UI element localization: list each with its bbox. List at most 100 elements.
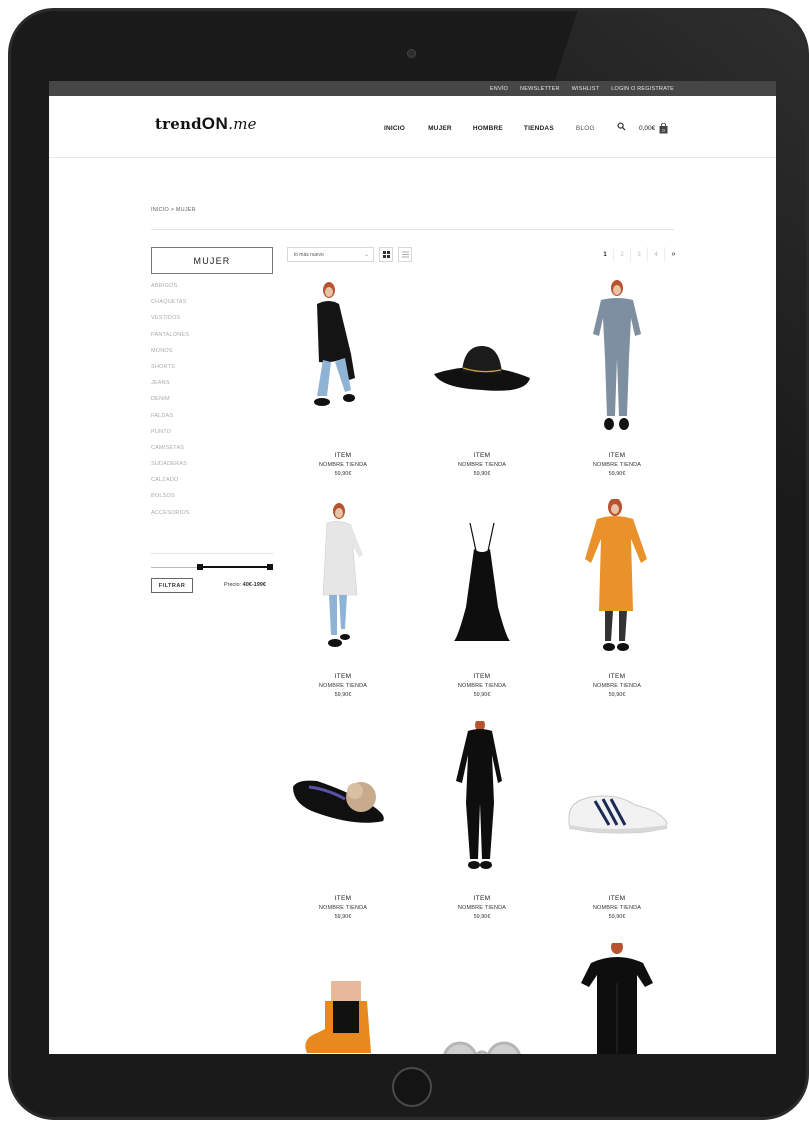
grid-view-button[interactable] (379, 247, 393, 262)
page-1[interactable]: 1 (597, 247, 614, 262)
round-sunglasses-image (443, 1041, 521, 1054)
product-image[interactable] (426, 278, 538, 440)
product-card[interactable]: ITEM NOMBRE TIENDA 59,90€ (426, 719, 538, 920)
product-store: NOMBRE TIENDA (318, 905, 368, 911)
product-image[interactable] (561, 278, 673, 440)
black-hat-image (434, 346, 530, 391)
product-card[interactable]: ITEM NOMBRE TIENDA 59,90€ (287, 499, 399, 698)
cart-total: 0,00€ (639, 125, 656, 132)
category-calzado[interactable]: CALZADO (151, 472, 190, 488)
category-shorts[interactable]: SHORTS (151, 359, 190, 375)
product-card[interactable] (561, 940, 673, 1054)
product-card[interactable]: ITEM NOMBRE TIENDA 59,90€ (561, 721, 673, 920)
category-bolsos[interactable]: BOLSOS (151, 488, 190, 504)
logo[interactable]: trendON.me (155, 114, 257, 134)
product-card[interactable]: ITEM NOMBRE TIENDA 59,90€ (561, 278, 673, 477)
page-2[interactable]: 2 (614, 247, 631, 262)
category-vestidos[interactable]: VESTIDOS (151, 310, 190, 326)
orange-ankle-boot-image (305, 981, 371, 1053)
category-pantalones[interactable]: PANTALONES (151, 327, 190, 343)
category-faldas[interactable]: FALDAS (151, 408, 190, 424)
product-image[interactable] (561, 940, 673, 1054)
sort-select[interactable]: lo más nuevo ⌄ (287, 247, 374, 262)
product-card[interactable] (287, 943, 399, 1054)
product-image[interactable] (287, 278, 399, 440)
white-cardigan-image (322, 503, 363, 647)
category-sudaderas[interactable]: SUDADERAS (151, 456, 190, 472)
site-header: trendON.me INICIO MUJER HOMBRE TIENDAS B… (49, 96, 776, 158)
product-title[interactable]: ITEM (561, 673, 673, 680)
product-card[interactable]: ITEM NOMBRE TIENDA 59,90€ (287, 721, 399, 920)
filter-button[interactable]: FILTRAR (151, 578, 193, 593)
login-link[interactable]: LOGIN O REGISTRATE (611, 86, 674, 92)
product-price: 59,90€ (473, 692, 491, 698)
price-slider[interactable] (151, 563, 273, 572)
product-card[interactable]: ITEM NOMBRE TIENDA 59,90€ (426, 278, 538, 477)
category-jeans[interactable]: JEANS (151, 375, 190, 391)
product-price: 59,90€ (334, 471, 352, 477)
product-store: NOMBRE TIENDA (457, 683, 507, 689)
newsletter-link[interactable]: NEWSLETTER (520, 86, 560, 92)
product-price: 59,90€ (334, 692, 352, 698)
product-title[interactable]: ITEM (287, 895, 399, 902)
product-card[interactable]: ITEM NOMBRE TIENDA 59,90€ (287, 278, 399, 477)
category-denim[interactable]: DENIM (151, 391, 190, 407)
page-3[interactable]: 3 (631, 247, 648, 262)
nav-item-blog[interactable]: BLOG (576, 125, 595, 132)
nav-item-mujer[interactable]: MUJER (428, 125, 452, 132)
black-jumpsuit-image (456, 719, 502, 869)
product-price: 59,90€ (608, 692, 626, 698)
home-button[interactable] (392, 1067, 432, 1107)
product-store: NOMBRE TIENDA (592, 905, 642, 911)
slider-handle-max[interactable] (267, 564, 273, 570)
page-4[interactable]: 4 (648, 247, 665, 262)
product-image[interactable] (561, 498, 673, 661)
product-title[interactable]: ITEM (426, 673, 538, 680)
shipping-link[interactable]: ENVÍO (490, 86, 508, 92)
category-monos[interactable]: MONOS (151, 343, 190, 359)
breadcrumb[interactable]: INICIO > MUJER (151, 207, 196, 213)
product-price: 59,90€ (334, 914, 352, 920)
product-image[interactable] (287, 943, 399, 1054)
category-title[interactable]: MUJER (151, 247, 273, 274)
search-icon[interactable] (617, 122, 626, 131)
product-image[interactable] (287, 499, 399, 661)
nav-item-inicio[interactable]: INICIO (384, 125, 405, 132)
product-image[interactable] (426, 499, 538, 661)
main-nav: INICIO MUJER HOMBRE TIENDAS BLOG (384, 125, 595, 132)
product-image[interactable] (561, 721, 673, 883)
product-title[interactable]: ITEM (561, 452, 673, 459)
nav-item-tiendas[interactable]: TIENDAS (524, 125, 554, 132)
product-image[interactable] (426, 943, 538, 1054)
product-title[interactable]: ITEM (426, 452, 538, 459)
wishlist-link[interactable]: WISHLIST (572, 86, 600, 92)
category-camisetas[interactable]: CAMISETAS (151, 440, 190, 456)
product-image[interactable] (287, 721, 399, 883)
product-title[interactable]: ITEM (426, 895, 538, 902)
chevron-down-icon: ⌄ (363, 252, 369, 258)
nav-item-hombre[interactable]: HOMBRE (473, 125, 503, 132)
product-image[interactable] (426, 719, 538, 883)
product-title[interactable]: ITEM (561, 895, 673, 902)
category-chaquetas[interactable]: CHAQUETAS (151, 294, 190, 310)
shopping-bag-icon: 0 (659, 123, 668, 134)
product-title[interactable]: ITEM (287, 673, 399, 680)
white-sneaker-image (568, 795, 668, 834)
next-page-button[interactable]: » (665, 247, 682, 262)
category-punto[interactable]: PUNTO (151, 424, 190, 440)
slider-handle-min[interactable] (197, 564, 203, 570)
product-title[interactable]: ITEM (287, 452, 399, 459)
category-accesorios[interactable]: ACCESORIOS (151, 505, 190, 521)
product-price: 59,90€ (473, 471, 491, 477)
list-view-button[interactable] (398, 247, 412, 262)
category-abrigos[interactable]: ABRIGOS (151, 278, 190, 294)
tablet-frame: ENVÍO NEWSLETTER WISHLIST LOGIN O REGIST… (8, 8, 809, 1120)
black-dress-image (581, 940, 653, 1054)
product-card[interactable] (426, 943, 538, 1054)
price-divider (151, 553, 273, 554)
product-card[interactable]: ITEM NOMBRE TIENDA 59,90€ (426, 499, 538, 698)
product-card[interactable]: ITEM NOMBRE TIENDA 59,90€ (561, 498, 673, 698)
product-store: NOMBRE TIENDA (592, 683, 642, 689)
product-store: NOMBRE TIENDA (592, 462, 642, 468)
cart[interactable]: 0,00€ 0 (639, 123, 668, 134)
